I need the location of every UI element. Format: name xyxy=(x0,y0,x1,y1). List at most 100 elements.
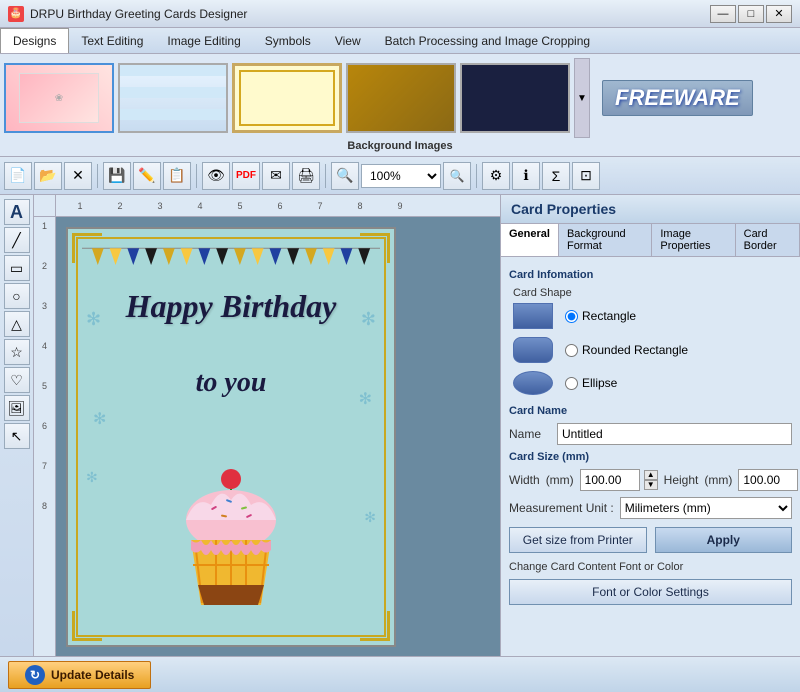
maximize-button[interactable]: □ xyxy=(738,5,764,23)
ellipse-radio[interactable] xyxy=(565,377,578,390)
menu-designs[interactable]: Designs xyxy=(0,28,69,53)
tab-general[interactable]: General xyxy=(501,224,559,256)
email-button[interactable]: ✉ xyxy=(262,162,290,190)
card-size-section: Card Size (mm) Width (mm) ▲ ▼ Height (mm… xyxy=(509,451,792,519)
zoom-in-button[interactable]: 🔍 xyxy=(331,162,359,190)
width-unit: (mm) xyxy=(546,473,574,487)
update-details-label: Update Details xyxy=(51,668,134,682)
width-spinner[interactable]: ▲ ▼ xyxy=(644,470,658,490)
zoom-out-button[interactable]: 🔍 xyxy=(443,162,471,190)
bottom-bar: ↻ Update Details xyxy=(0,656,800,692)
new-button[interactable]: 📄 xyxy=(4,162,32,190)
zoom-select[interactable]: 100% xyxy=(361,164,441,188)
rect-tool[interactable]: ▭ xyxy=(4,255,30,281)
menu-view[interactable]: View xyxy=(323,28,373,53)
image-tool[interactable]: 🖼 xyxy=(4,395,30,421)
ruler-vertical: 1 2 3 4 5 6 7 8 xyxy=(34,217,56,656)
text-tool[interactable]: A xyxy=(4,199,30,225)
settings-button[interactable]: ⚙ xyxy=(482,162,510,190)
line-tool[interactable]: ╱ xyxy=(4,227,30,253)
star-tool[interactable]: ☆ xyxy=(4,339,30,365)
minimize-button[interactable]: — xyxy=(710,5,736,23)
measurement-row: Measurement Unit : Milimeters (mm) Inche… xyxy=(509,497,792,519)
print-preview-button[interactable]: 👁 xyxy=(202,162,230,190)
ellipse-radio-label[interactable]: Ellipse xyxy=(565,376,617,390)
heart-tool[interactable]: ♡ xyxy=(4,367,30,393)
edit-button[interactable]: ✏️ xyxy=(133,162,161,190)
info-button[interactable]: ℹ xyxy=(512,162,540,190)
action-buttons: Get size from Printer Apply xyxy=(509,527,792,553)
canvas-wrapper: 1 2 3 4 5 6 7 8 9 1 2 3 4 5 6 7 8 xyxy=(34,195,500,656)
open-button[interactable]: 📂 xyxy=(34,162,62,190)
size-row: Width (mm) ▲ ▼ Height (mm) ▲ xyxy=(509,469,792,491)
measurement-label: Measurement Unit : xyxy=(509,501,614,515)
menu-image-editing[interactable]: Image Editing xyxy=(155,28,252,53)
menu-symbols[interactable]: Symbols xyxy=(253,28,323,53)
close-file-button[interactable]: ✕ xyxy=(64,162,92,190)
shape-option-rounded: Rounded Rectangle xyxy=(513,337,792,363)
pdf-button[interactable]: PDF xyxy=(232,162,260,190)
menu-text-editing[interactable]: Text Editing xyxy=(69,28,155,53)
shape-options: Rectangle Rounded Rectangle Ellipse xyxy=(513,303,792,395)
snowflake-4: ✻ xyxy=(361,309,376,330)
rectangle-radio[interactable] xyxy=(565,310,578,323)
tab-image-properties[interactable]: Image Properties xyxy=(652,224,735,256)
width-up[interactable]: ▲ xyxy=(644,470,658,480)
menu-bar: Designs Text Editing Image Editing Symbo… xyxy=(0,28,800,54)
card-name-section: Card Name Name xyxy=(509,405,792,445)
card-text-happy-birthday: Happy Birthday xyxy=(78,289,384,324)
select-tool[interactable]: ↖ xyxy=(4,423,30,449)
height-unit: (mm) xyxy=(704,473,732,487)
bg-thumb-3[interactable] xyxy=(232,63,342,133)
measurement-select[interactable]: Milimeters (mm) Inches (in) Centimeters … xyxy=(620,497,792,519)
width-input[interactable] xyxy=(580,469,640,491)
toolbar: 📄 📂 ✕ 💾 ✏️ 📋 👁 PDF ✉ 🖨 🔍 100% 🔍 ⚙ ℹ Σ ⊡ xyxy=(0,157,800,195)
rectangle-label: Rectangle xyxy=(582,309,636,323)
card-text-to-you: to you xyxy=(78,367,384,399)
font-color-settings-button[interactable]: Font or Color Settings xyxy=(509,579,792,605)
main-area: A ╱ ▭ ○ △ ☆ ♡ 🖼 ↖ 1 2 3 4 5 6 7 8 9 1 2 … xyxy=(0,195,800,656)
bg-thumb-2[interactable] xyxy=(118,63,228,133)
sigma-button[interactable]: Σ xyxy=(542,162,570,190)
rounded-radio[interactable] xyxy=(565,344,578,357)
left-toolbar: A ╱ ▭ ○ △ ☆ ♡ 🖼 ↖ xyxy=(0,195,34,656)
height-input[interactable] xyxy=(738,469,798,491)
copy-button[interactable]: 📋 xyxy=(163,162,191,190)
get-size-button[interactable]: Get size from Printer xyxy=(509,527,647,553)
print-button[interactable]: 🖨 xyxy=(292,162,320,190)
bg-thumb-1[interactable]: ❀ xyxy=(4,63,114,133)
height-group: ▲ ▼ xyxy=(738,469,800,491)
ellipse-label: Ellipse xyxy=(582,376,617,390)
card-name-row: Name xyxy=(509,423,792,445)
canvas-scroll: Happy Birthday to you ✻ ✻ ✻ ✻ ✻ ✻ xyxy=(56,217,500,656)
card-shape-label: Card Shape xyxy=(513,287,792,299)
menu-batch-processing[interactable]: Batch Processing and Image Cropping xyxy=(373,28,602,53)
save-button[interactable]: 💾 xyxy=(103,162,131,190)
tab-background-format[interactable]: Background Format xyxy=(559,224,652,256)
ellipse-tool[interactable]: ○ xyxy=(4,283,30,309)
snowflake-3: ✻ xyxy=(86,469,98,486)
bg-thumb-5[interactable] xyxy=(460,63,570,133)
card-canvas[interactable]: Happy Birthday to you ✻ ✻ ✻ ✻ ✻ ✻ xyxy=(66,227,396,647)
name-input[interactable] xyxy=(557,423,792,445)
rectangle-preview xyxy=(513,303,553,329)
rounded-radio-label[interactable]: Rounded Rectangle xyxy=(565,343,688,357)
card-name-section-title: Card Name xyxy=(509,405,792,417)
tab-card-border[interactable]: Card Border xyxy=(736,224,800,256)
window-controls[interactable]: — □ ✕ xyxy=(710,5,792,23)
rectangle-radio-label[interactable]: Rectangle xyxy=(565,309,636,323)
update-details-button[interactable]: ↻ Update Details xyxy=(8,661,151,689)
scroll-down-button[interactable]: ▼ xyxy=(574,58,590,138)
panel-content: Card Infomation Card Shape Rectangle Rou… xyxy=(501,257,800,656)
rounded-rectangle-preview xyxy=(513,337,553,363)
triangle-tool[interactable]: △ xyxy=(4,311,30,337)
app-icon: 🎂 xyxy=(8,6,24,22)
apply-button[interactable]: Apply xyxy=(655,527,793,553)
crop-button[interactable]: ⊡ xyxy=(572,162,600,190)
font-color-section-title: Change Card Content Font or Color xyxy=(509,561,792,573)
close-button[interactable]: ✕ xyxy=(766,5,792,23)
bg-thumb-4[interactable] xyxy=(346,63,456,133)
width-down[interactable]: ▼ xyxy=(644,480,658,490)
right-panel: Card Properties General Background Forma… xyxy=(500,195,800,656)
rounded-label: Rounded Rectangle xyxy=(582,343,688,357)
